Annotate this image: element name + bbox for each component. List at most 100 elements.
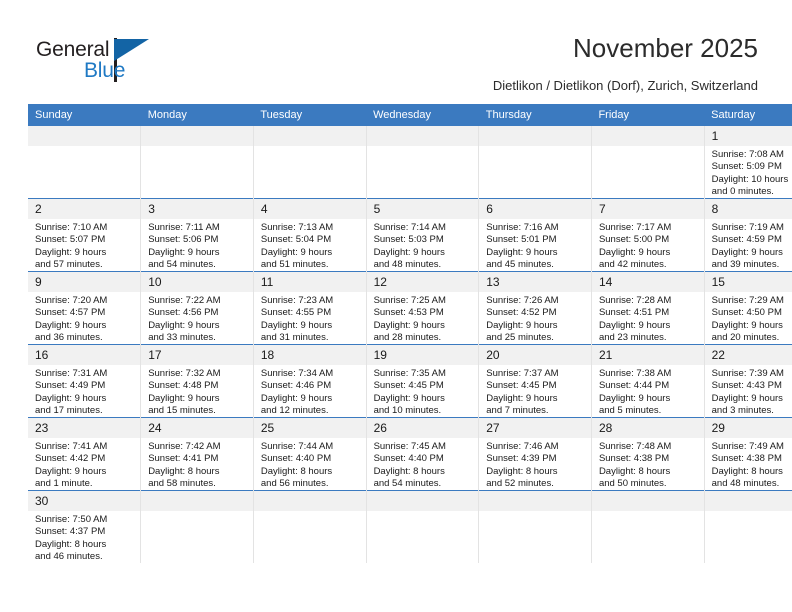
calendar-day-cell[interactable]: 30 Sunrise: 7:50 AM Sunset: 4:37 PM Dayligh… [28, 490, 142, 564]
daylight-duration-line2: and 25 minutes. [486, 332, 554, 344]
sunset-time: Sunset: 4:49 PM [35, 380, 106, 392]
daylight-duration-line2: and 52 minutes. [486, 478, 554, 490]
weekday-header-saturday: Saturday [704, 104, 792, 126]
daylight-duration-line1: Daylight: 9 hours [373, 319, 445, 331]
day-sun-info: Sunrise: 7:48 AM Sunset: 4:38 PM Daylight:… [592, 438, 704, 491]
day-cell-content [253, 126, 366, 198]
sunrise-time: Sunrise: 7:28 AM [598, 295, 672, 306]
calendar-day-cell[interactable]: 10 Sunrise: 7:22 AM Sunset: 4:56 PM Dayligh… [140, 271, 254, 345]
calendar-day-cell[interactable]: 29 Sunrise: 7:49 AM Sunset: 4:38 PM Dayligh… [704, 417, 792, 491]
day-cell-content: 22 Sunrise: 7:39 AM Sunset: 4:43 PM Dayligh… [704, 345, 792, 417]
calendar-day-cell[interactable]: 6 Sunrise: 7:16 AM Sunset: 5:01 PM Daylight… [478, 198, 592, 272]
day-number [591, 126, 704, 146]
sunrise-time: Sunrise: 7:10 AM [35, 222, 108, 233]
day-sun-info: Sunrise: 7:08 AM Sunset: 5:09 PM Daylight:… [705, 146, 792, 199]
daylight-duration-line2: and 15 minutes. [148, 405, 216, 417]
daylight-duration-line2: and 7 minutes. [486, 405, 549, 417]
sunset-time: Sunset: 4:39 PM [486, 453, 557, 465]
calendar-day-cell[interactable]: 28 Sunrise: 7:48 AM Sunset: 4:38 PM Dayligh… [591, 417, 705, 491]
calendar-day-cell[interactable]: 15 Sunrise: 7:29 AM Sunset: 4:50 PM Dayligh… [704, 271, 792, 345]
day-sun-info: Sunrise: 7:25 AM Sunset: 4:53 PM Daylight:… [367, 292, 479, 345]
day-cell-content: 24 Sunrise: 7:42 AM Sunset: 4:41 PM Dayligh… [141, 418, 253, 490]
sunset-time: Sunset: 5:03 PM [373, 234, 444, 246]
calendar-day-cell[interactable]: 4 Sunrise: 7:13 AM Sunset: 5:04 PM Daylight… [253, 198, 367, 272]
daylight-duration-line2: and 56 minutes. [260, 478, 329, 490]
day-number: 4 [253, 199, 366, 219]
calendar-day-cell[interactable]: 18 Sunrise: 7:34 AM Sunset: 4:46 PM Dayligh… [253, 344, 367, 418]
day-sun-info: Sunrise: 7:23 AM Sunset: 4:55 PM Daylight:… [254, 292, 366, 345]
calendar-week-row: 16 Sunrise: 7:31 AM Sunset: 4:49 PM Dayligh… [28, 344, 792, 418]
day-cell-content: 18 Sunrise: 7:34 AM Sunset: 4:46 PM Dayligh… [253, 345, 366, 417]
calendar-day-cell[interactable]: 20 Sunrise: 7:37 AM Sunset: 4:45 PM Dayligh… [478, 344, 592, 418]
day-cell-content [591, 126, 704, 198]
calendar-day-cell[interactable]: 11 Sunrise: 7:23 AM Sunset: 4:55 PM Dayligh… [253, 271, 367, 345]
daylight-duration-line2: and 45 minutes. [486, 259, 554, 271]
calendar-day-cell[interactable]: 1 Sunrise: 7:08 AM Sunset: 5:09 PM Daylight… [704, 126, 792, 199]
calendar-day-cell[interactable]: 24 Sunrise: 7:42 AM Sunset: 4:41 PM Dayligh… [140, 417, 254, 491]
calendar-day-cell[interactable]: 16 Sunrise: 7:31 AM Sunset: 4:49 PM Dayligh… [28, 344, 142, 418]
daylight-duration-line1: Daylight: 9 hours [598, 392, 671, 404]
calendar-day-cell[interactable]: 23 Sunrise: 7:41 AM Sunset: 4:42 PM Dayligh… [28, 417, 142, 491]
sunrise-time: Sunrise: 7:26 AM [486, 295, 559, 306]
day-number: 24 [141, 418, 253, 438]
day-cell-content: 28 Sunrise: 7:48 AM Sunset: 4:38 PM Dayligh… [591, 418, 704, 491]
day-number: 26 [366, 418, 479, 438]
sunrise-time: Sunrise: 7:35 AM [373, 368, 446, 379]
daylight-duration-line1: Daylight: 9 hours [711, 246, 783, 258]
calendar-day-cell[interactable]: 8 Sunrise: 7:19 AM Sunset: 4:59 PM Daylight… [704, 198, 792, 272]
calendar-day-cell[interactable]: 22 Sunrise: 7:39 AM Sunset: 4:43 PM Dayligh… [704, 344, 792, 418]
sunset-time: Sunset: 4:50 PM [711, 307, 782, 319]
calendar-day-cell-empty [591, 490, 705, 563]
day-number: 10 [141, 272, 253, 292]
calendar-day-cell-empty [478, 490, 592, 563]
day-number [479, 491, 591, 511]
day-cell-content: 4 Sunrise: 7:13 AM Sunset: 5:04 PM Daylight… [253, 199, 366, 271]
sunset-time: Sunset: 4:52 PM [486, 307, 557, 319]
day-number [141, 126, 253, 146]
day-sun-info: Sunrise: 7:50 AM Sunset: 4:37 PM Daylight:… [28, 511, 140, 564]
sunset-time: Sunset: 4:56 PM [148, 307, 219, 319]
sunrise-time: Sunrise: 7:11 AM [148, 222, 220, 233]
daylight-duration-line1: Daylight: 8 hours [260, 465, 333, 477]
daylight-duration-line2: and 50 minutes. [598, 478, 667, 490]
calendar-day-cell[interactable]: 5 Sunrise: 7:14 AM Sunset: 5:03 PM Daylight… [366, 198, 480, 272]
daylight-duration-line1: Daylight: 9 hours [373, 392, 445, 404]
daylight-duration-line1: Daylight: 9 hours [260, 392, 333, 404]
daylight-duration-line2: and 5 minutes. [598, 405, 662, 417]
calendar-day-cell[interactable]: 3 Sunrise: 7:11 AM Sunset: 5:06 PM Daylight… [140, 198, 254, 272]
calendar-day-cell[interactable]: 21 Sunrise: 7:38 AM Sunset: 4:44 PM Dayligh… [591, 344, 705, 418]
day-sun-info: Sunrise: 7:19 AM Sunset: 4:59 PM Daylight:… [705, 219, 792, 272]
calendar-day-cell-empty [366, 126, 480, 199]
calendar-day-cell[interactable]: 19 Sunrise: 7:35 AM Sunset: 4:45 PM Dayligh… [366, 344, 480, 418]
sunrise-time: Sunrise: 7:44 AM [260, 441, 334, 452]
sunset-time: Sunset: 4:38 PM [711, 453, 782, 465]
calendar-day-cell[interactable]: 27 Sunrise: 7:46 AM Sunset: 4:39 PM Dayligh… [478, 417, 592, 491]
day-sun-info: Sunrise: 7:49 AM Sunset: 4:38 PM Daylight:… [705, 438, 792, 491]
day-cell-content [704, 491, 792, 563]
calendar-day-cell[interactable]: 12 Sunrise: 7:25 AM Sunset: 4:53 PM Dayligh… [366, 271, 480, 345]
generalblue-logo[interactable]: General Blue [36, 38, 166, 88]
calendar-day-cell[interactable]: 14 Sunrise: 7:28 AM Sunset: 4:51 PM Dayligh… [591, 271, 705, 345]
calendar-day-cell[interactable]: 26 Sunrise: 7:45 AM Sunset: 4:40 PM Dayligh… [366, 417, 480, 491]
calendar-day-cell[interactable]: 9 Sunrise: 7:20 AM Sunset: 4:57 PM Daylight… [28, 271, 142, 345]
calendar-week-row: 2 Sunrise: 7:10 AM Sunset: 5:07 PM Daylight… [28, 198, 792, 272]
calendar-page: General Blue November 2025 Dietlikon / D… [0, 0, 792, 612]
sunrise-time: Sunrise: 7:32 AM [148, 368, 221, 379]
calendar-day-cell-empty [478, 126, 592, 199]
day-number: 20 [479, 345, 591, 365]
weekday-header-wednesday: Wednesday [366, 104, 479, 126]
calendar-day-cell[interactable]: 17 Sunrise: 7:32 AM Sunset: 4:48 PM Dayligh… [140, 344, 254, 418]
day-cell-content: 14 Sunrise: 7:28 AM Sunset: 4:51 PM Dayligh… [591, 272, 704, 344]
calendar-day-cell[interactable]: 7 Sunrise: 7:17 AM Sunset: 5:00 PM Daylight… [591, 198, 705, 272]
daylight-duration-line2: and 36 minutes. [35, 332, 103, 344]
calendar-day-cell[interactable]: 25 Sunrise: 7:44 AM Sunset: 4:40 PM Dayligh… [253, 417, 367, 491]
day-number: 6 [479, 199, 591, 219]
calendar-day-cell[interactable]: 13 Sunrise: 7:26 AM Sunset: 4:52 PM Dayligh… [478, 271, 592, 345]
day-cell-content: 11 Sunrise: 7:23 AM Sunset: 4:55 PM Dayligh… [253, 272, 366, 345]
day-number: 22 [704, 345, 792, 365]
calendar-day-cell[interactable]: 2 Sunrise: 7:10 AM Sunset: 5:07 PM Daylight… [28, 198, 142, 272]
daylight-duration-line1: Daylight: 9 hours [260, 246, 333, 258]
daylight-duration-line1: Daylight: 9 hours [260, 319, 333, 331]
day-cell-content: 1 Sunrise: 7:08 AM Sunset: 5:09 PM Daylight… [704, 126, 792, 199]
daylight-duration-line2: and 33 minutes. [148, 332, 216, 344]
